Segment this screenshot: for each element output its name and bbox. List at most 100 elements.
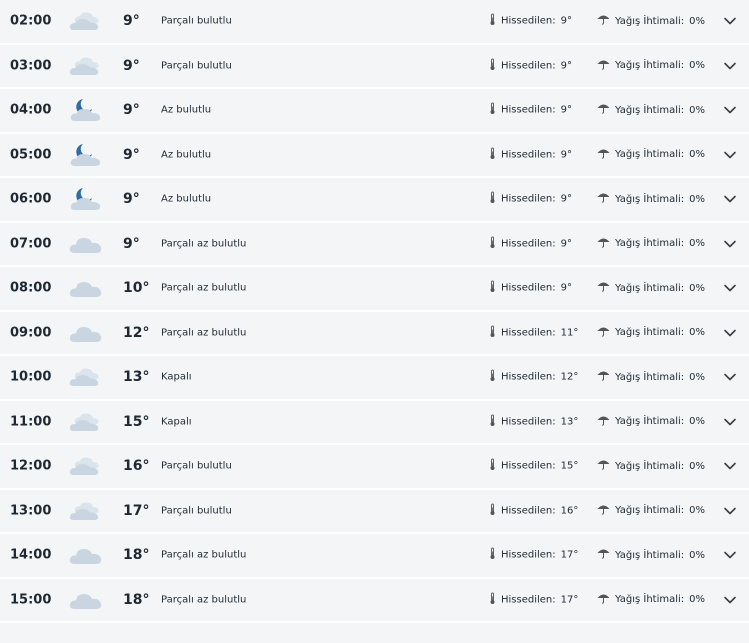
forecast-row[interactable]: 11:00 15° Kapalı Hissedilen: 13° Yağış İ…: [0, 400, 749, 445]
row-condition: Parçalı bulutlu: [161, 60, 232, 72]
rain-chance: Yağış İhtimali: 0%: [597, 59, 705, 73]
rain-value: 0%: [689, 549, 706, 561]
chevron-down-icon[interactable]: [723, 372, 737, 382]
forecast-row[interactable]: 09:00 12° Parçalı az bulutlu Hissedilen:…: [0, 311, 749, 356]
forecast-row[interactable]: 07:00 9° Parçalı az bulutlu Hissedilen: …: [0, 222, 749, 267]
thermometer-icon: [489, 369, 496, 385]
forecast-row[interactable]: 10:00 13° Kapalı Hissedilen: 12° Yağış İ…: [0, 356, 749, 401]
feels-like: Hissedilen: 9°: [489, 191, 572, 207]
overcast-clouds-icon: [69, 364, 103, 390]
feels-label: Hissedilen:: [501, 149, 556, 161]
rain-value: 0%: [689, 104, 706, 116]
feels-value: 9°: [560, 15, 573, 27]
rain-value: 0%: [689, 460, 706, 472]
row-temperature: 10°: [123, 280, 150, 297]
rain-label: Yağış İhtimali:: [615, 594, 685, 606]
forecast-row[interactable]: 06:00 9° Az bulutlu Hissedilen: 9° Yağış…: [0, 178, 749, 223]
rain-value: 0%: [689, 149, 706, 161]
rain-value: 0%: [689, 416, 706, 428]
feels-like: Hissedilen: 12°: [489, 369, 578, 385]
row-time: 08:00: [10, 280, 52, 296]
row-time: 12:00: [10, 458, 52, 474]
row-condition: Parçalı bulutlu: [161, 15, 232, 27]
forecast-row[interactable]: 08:00 10° Parçalı az bulutlu Hissedilen:…: [0, 267, 749, 312]
row-condition: Parçalı az bulutlu: [161, 327, 247, 339]
rain-label: Yağış İhtimali:: [615, 104, 685, 116]
rain-label: Yağış İhtimali:: [615, 371, 685, 383]
thermometer-icon: [489, 280, 496, 296]
row-condition: Az bulutlu: [161, 193, 212, 205]
overcast-clouds-icon: [69, 498, 103, 524]
forecast-row[interactable]: 05:00 9° Az bulutlu Hissedilen: 9° Yağış…: [0, 133, 749, 178]
rain-label: Yağış İhtimali:: [615, 505, 685, 517]
rain-label: Yağış İhtimali:: [615, 149, 685, 161]
rain-chance: Yağış İhtimali: 0%: [597, 14, 705, 28]
feels-value: 9°: [560, 238, 573, 250]
rain-value: 0%: [689, 505, 706, 517]
rain-chance: Yağış İhtimali: 0%: [597, 237, 705, 251]
umbrella-icon: [597, 415, 610, 429]
row-condition: Az bulutlu: [161, 104, 212, 116]
rain-label: Yağış İhtimali:: [615, 238, 685, 250]
forecast-row[interactable]: 02:00 9° Parçalı bulutlu Hissedilen: 9° …: [0, 0, 749, 45]
feels-like: Hissedilen: 15°: [489, 458, 578, 474]
chevron-down-icon[interactable]: [723, 61, 737, 71]
feels-like: Hissedilen: 16°: [489, 503, 578, 518]
umbrella-icon: [597, 148, 610, 162]
rain-chance: Yağış İhtimali: 0%: [597, 370, 705, 384]
umbrella-icon: [597, 281, 610, 295]
chevron-down-icon[interactable]: [723, 417, 737, 427]
chevron-down-icon[interactable]: [723, 16, 737, 26]
feels-value: 11°: [560, 327, 579, 339]
overcast-clouds-icon: [69, 453, 103, 479]
rain-label: Yağış İhtimali:: [615, 193, 685, 205]
forecast-row[interactable]: 04:00 9° Az bulutlu Hissedilen: 9° Yağış…: [0, 89, 749, 134]
chevron-down-icon[interactable]: [723, 328, 737, 338]
row-time: 05:00: [10, 147, 52, 163]
feels-value: 17°: [560, 549, 579, 561]
row-condition: Parçalı az bulutlu: [161, 594, 247, 606]
row-temperature: 9°: [123, 235, 140, 252]
row-temperature: 18°: [123, 591, 150, 608]
chevron-down-icon[interactable]: [723, 283, 737, 293]
row-condition: Az bulutlu: [161, 149, 212, 161]
cloud-icon: [69, 231, 103, 257]
chevron-down-icon[interactable]: [723, 595, 737, 605]
feels-label: Hissedilen:: [501, 327, 556, 339]
overcast-clouds-icon: [69, 53, 103, 79]
row-temperature: 9°: [123, 13, 140, 30]
umbrella-icon: [597, 593, 610, 607]
feels-label: Hissedilen:: [501, 505, 556, 517]
forecast-row[interactable]: 03:00 9° Parçalı bulutlu Hissedilen: 9° …: [0, 44, 749, 89]
rain-chance: Yağış İhtimali: 0%: [597, 504, 705, 518]
feels-label: Hissedilen:: [501, 104, 556, 116]
rain-value: 0%: [689, 371, 706, 383]
forecast-row[interactable]: 14:00 18° Parçalı az bulutlu Hissedilen:…: [0, 534, 749, 579]
row-condition: Parçalı bulutlu: [161, 505, 232, 517]
chevron-down-icon[interactable]: [723, 239, 737, 249]
umbrella-icon: [597, 103, 610, 117]
feels-label: Hissedilen:: [501, 193, 556, 205]
chevron-down-icon[interactable]: [723, 150, 737, 160]
moon-cloud-icon: [69, 186, 103, 212]
row-temperature: 12°: [123, 324, 150, 341]
umbrella-icon: [597, 548, 610, 562]
forecast-row[interactable]: 13:00 17° Parçalı bulutlu Hissedilen: 16…: [0, 489, 749, 534]
chevron-down-icon[interactable]: [723, 105, 737, 115]
forecast-row[interactable]: 12:00 16° Parçalı bulutlu Hissedilen: 15…: [0, 445, 749, 490]
forecast-row[interactable]: 15:00 18° Parçalı az bulutlu Hissedilen:…: [0, 578, 749, 623]
umbrella-icon: [597, 237, 610, 251]
chevron-down-icon[interactable]: [723, 461, 737, 471]
row-temperature: 9°: [123, 146, 140, 163]
umbrella-icon: [597, 192, 610, 206]
chevron-down-icon[interactable]: [723, 506, 737, 516]
chevron-down-icon[interactable]: [723, 550, 737, 560]
chevron-down-icon[interactable]: [723, 194, 737, 204]
row-time: 11:00: [10, 414, 52, 430]
thermometer-icon: [489, 503, 496, 518]
row-time: 07:00: [10, 236, 52, 252]
feels-label: Hissedilen:: [501, 594, 556, 606]
rain-label: Yağış İhtimali:: [615, 60, 685, 72]
rain-value: 0%: [689, 193, 706, 205]
row-time: 04:00: [10, 102, 52, 118]
